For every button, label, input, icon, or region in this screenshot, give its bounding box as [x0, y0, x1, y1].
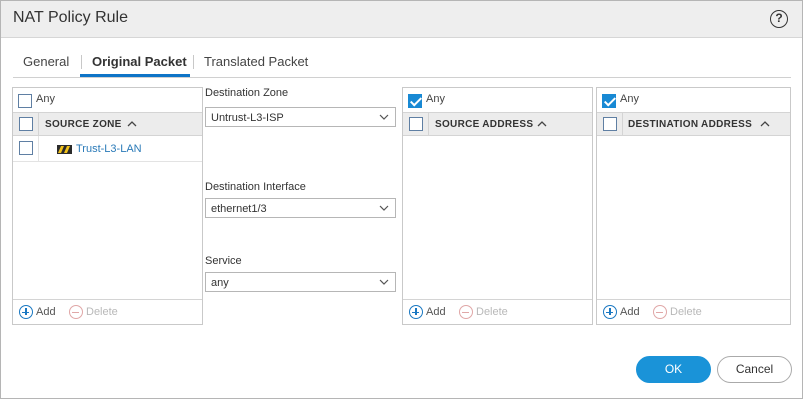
destination-zone-value: Untrust-L3-ISP: [211, 112, 284, 124]
delete-button[interactable]: Delete: [69, 305, 118, 319]
destination-address-header: DESTINATION ADDRESS: [597, 112, 790, 136]
dialog-title: NAT Policy Rule: [13, 9, 128, 26]
delete-label: Delete: [476, 306, 508, 318]
cancel-button[interactable]: Cancel: [717, 356, 792, 383]
delete-label: Delete: [670, 306, 702, 318]
header-divider: [38, 113, 39, 136]
destination-interface-select[interactable]: ethernet1/3: [205, 198, 396, 218]
add-button[interactable]: Add: [603, 305, 640, 319]
question-circle-icon[interactable]: ?: [770, 10, 788, 28]
source-zone-any-label: Any: [36, 93, 55, 105]
tab-original-packet[interactable]: Original Packet: [92, 54, 187, 69]
destination-zone-label: Destination Zone: [205, 87, 289, 99]
chevron-down-icon: [379, 114, 389, 120]
source-address-any-checkbox[interactable]: [408, 94, 422, 108]
destination-address-column-header[interactable]: DESTINATION ADDRESS: [628, 119, 752, 130]
ok-button[interactable]: OK: [636, 356, 711, 383]
row-divider: [38, 136, 39, 162]
destination-address-any-row: Any: [597, 88, 790, 112]
source-zone-column-header[interactable]: SOURCE ZONE: [45, 119, 122, 130]
dialog-titlebar: NAT Policy Rule ?: [1, 1, 802, 38]
zone-link[interactable]: Trust-L3-LAN: [76, 143, 142, 155]
row-checkbox[interactable]: [19, 141, 33, 155]
header-divider: [428, 113, 429, 136]
add-label: Add: [620, 306, 640, 318]
header-divider: [622, 113, 623, 136]
source-address-select-all-checkbox[interactable]: [409, 117, 423, 131]
source-zone-select-all-checkbox[interactable]: [19, 117, 33, 131]
service-value: any: [211, 277, 229, 289]
source-address-header: SOURCE ADDRESS: [403, 112, 592, 136]
plus-circle-icon: [19, 305, 33, 319]
destination-address-any-checkbox[interactable]: [602, 94, 616, 108]
delete-label: Delete: [86, 306, 118, 318]
source-zone-any-checkbox[interactable]: [18, 94, 32, 108]
service-label: Service: [205, 255, 242, 267]
tab-bar: General Original Packet Translated Packe…: [13, 51, 791, 78]
zone-icon: [57, 145, 72, 154]
destination-address-any-label: Any: [620, 93, 639, 105]
minus-circle-icon: [69, 305, 83, 319]
destination-zone-select[interactable]: Untrust-L3-ISP: [205, 107, 396, 127]
add-label: Add: [426, 306, 446, 318]
destination-address-panel: Any DESTINATION ADDRESS Add Delete: [596, 87, 791, 325]
minus-circle-icon: [653, 305, 667, 319]
tab-separator: [193, 55, 194, 69]
delete-button[interactable]: Delete: [459, 305, 508, 319]
sort-ascending-icon[interactable]: [537, 119, 547, 129]
sort-ascending-icon[interactable]: [760, 119, 770, 129]
nat-policy-rule-dialog: NAT Policy Rule ? General Original Packe…: [0, 0, 803, 399]
destination-address-select-all-checkbox[interactable]: [603, 117, 617, 131]
chevron-down-icon: [379, 279, 389, 285]
source-address-panel: Any SOURCE ADDRESS Add Delete: [402, 87, 593, 325]
source-address-any-label: Any: [426, 93, 445, 105]
plus-circle-icon: [409, 305, 423, 319]
minus-circle-icon: [459, 305, 473, 319]
source-address-any-row: Any: [403, 88, 592, 112]
add-button[interactable]: Add: [409, 305, 446, 319]
source-zone-any-row: Any: [13, 88, 202, 112]
add-label: Add: [36, 306, 56, 318]
destination-interface-value: ethernet1/3: [211, 203, 267, 215]
source-zone-header: SOURCE ZONE: [13, 112, 202, 136]
tab-separator: [81, 55, 82, 69]
sort-ascending-icon[interactable]: [127, 119, 137, 129]
destination-interface-label: Destination Interface: [205, 181, 306, 193]
delete-button[interactable]: Delete: [653, 305, 702, 319]
chevron-down-icon: [379, 205, 389, 211]
table-row: Trust-L3-LAN: [13, 136, 202, 162]
source-address-column-header[interactable]: SOURCE ADDRESS: [435, 119, 533, 130]
tab-general[interactable]: General: [23, 54, 69, 69]
tab-translated-packet[interactable]: Translated Packet: [204, 54, 308, 69]
source-zone-panel: Any SOURCE ZONE Trust-L3-LAN Add Delete: [12, 87, 203, 325]
destination-address-footer: Add Delete: [597, 299, 790, 324]
source-address-footer: Add Delete: [403, 299, 592, 324]
plus-circle-icon: [603, 305, 617, 319]
active-tab-indicator: [80, 74, 190, 77]
service-select[interactable]: any: [205, 272, 396, 292]
add-button[interactable]: Add: [19, 305, 56, 319]
source-zone-footer: Add Delete: [13, 299, 202, 324]
